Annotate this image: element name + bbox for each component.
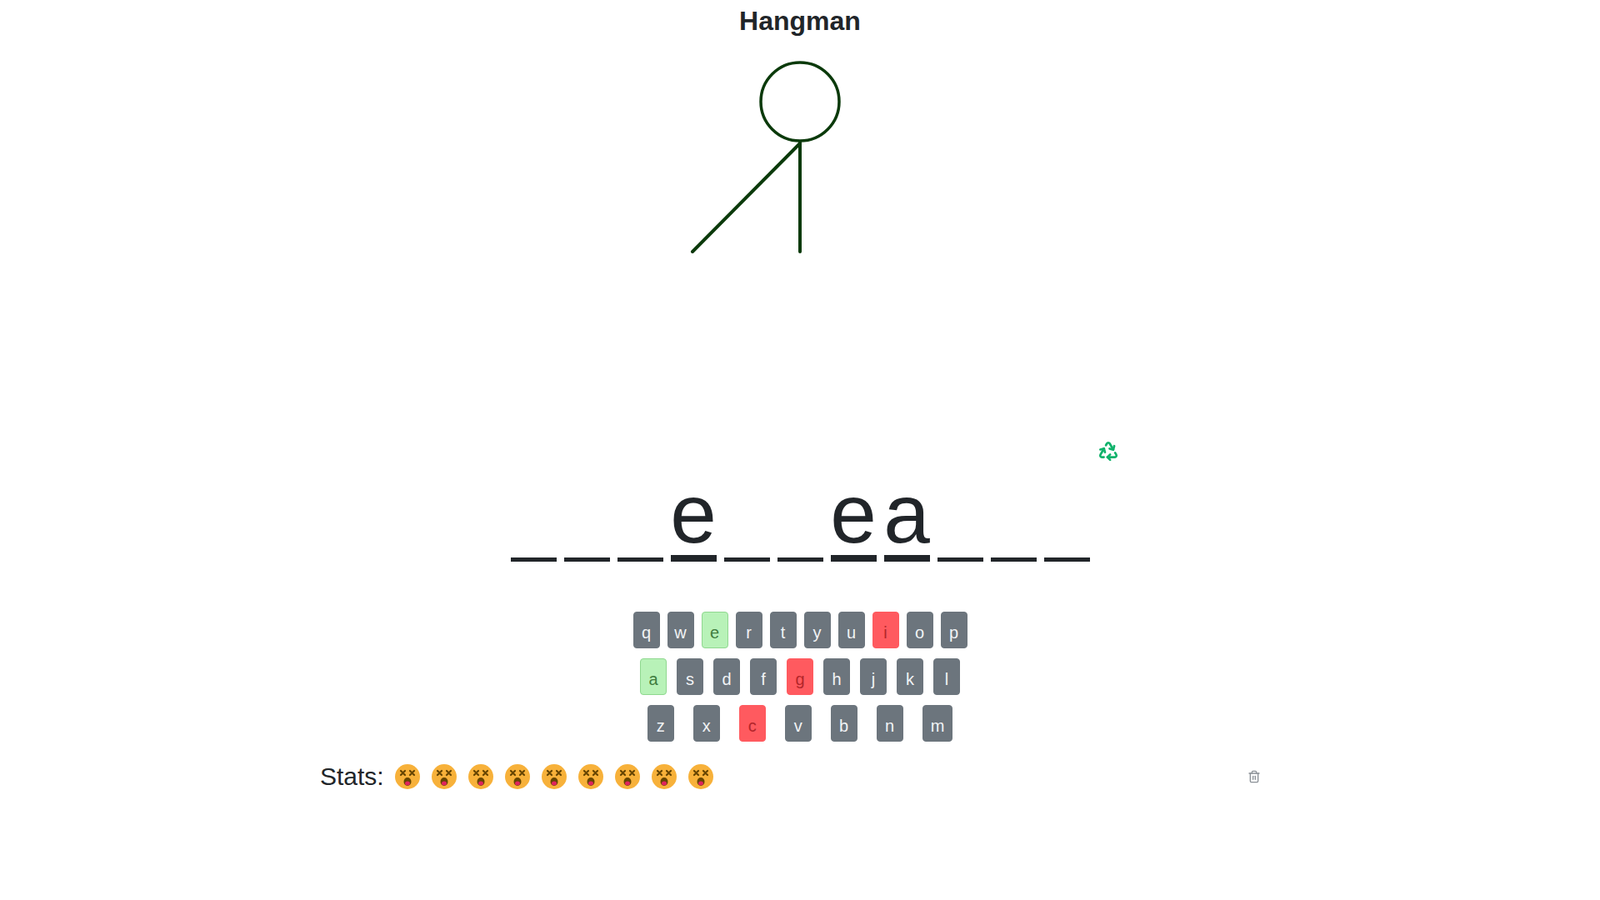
stats-bar: Stats: xyxy=(320,761,1280,792)
key-button[interactable]: y xyxy=(804,611,831,649)
key-button[interactable]: a xyxy=(640,658,667,695)
key-button[interactable]: h xyxy=(823,658,850,695)
keyboard-row: asdfghjkl xyxy=(640,658,960,695)
key-button[interactable]: w xyxy=(667,611,695,649)
dizzy-face-icon xyxy=(504,763,531,790)
letter-slot xyxy=(1044,468,1090,562)
key-button[interactable]: o xyxy=(906,611,934,649)
key-button[interactable]: i xyxy=(872,611,900,649)
dizzy-face-icon xyxy=(430,763,458,790)
keyboard: qwertyuiop asdfghjkl zxcvbnm xyxy=(633,611,968,742)
word-area: eea xyxy=(470,438,1130,562)
keyboard-row: zxcvbnm xyxy=(647,705,954,742)
letter-slot xyxy=(564,468,610,562)
letter-slot xyxy=(617,468,664,562)
left-arm-part xyxy=(692,143,800,252)
letter-slot: a xyxy=(884,468,930,562)
key-button[interactable]: z xyxy=(647,705,675,742)
dizzy-face-icon xyxy=(540,763,568,790)
key-button[interactable]: v xyxy=(785,705,812,742)
letter-slot: e xyxy=(830,468,877,562)
keyboard-row: qwertyuiop xyxy=(633,611,968,649)
stats-results xyxy=(394,763,715,790)
key-button[interactable]: d xyxy=(713,658,740,695)
key-button[interactable]: r xyxy=(735,611,763,649)
key-button[interactable]: g xyxy=(786,658,814,695)
key-button[interactable]: s xyxy=(676,658,704,695)
body-part xyxy=(798,141,802,252)
new-game-button[interactable] xyxy=(1095,438,1121,464)
recycle-icon xyxy=(1097,440,1120,462)
dizzy-face-icon xyxy=(687,763,715,790)
dizzy-face-icon xyxy=(394,763,421,790)
title: Hangman xyxy=(739,5,861,37)
word: eea xyxy=(470,468,1130,562)
trash-icon xyxy=(1247,770,1261,784)
hangman-drawing xyxy=(633,46,967,439)
clear-stats-button[interactable] xyxy=(1245,767,1264,786)
key-button[interactable]: m xyxy=(922,705,954,742)
key-button[interactable]: c xyxy=(739,705,766,742)
key-button[interactable]: n xyxy=(876,705,904,742)
key-button[interactable]: u xyxy=(838,611,865,649)
key-button[interactable]: q xyxy=(633,611,660,649)
head-part xyxy=(760,62,840,141)
key-button[interactable]: b xyxy=(830,705,858,742)
stats-label: Stats: xyxy=(320,761,385,792)
key-button[interactable]: p xyxy=(940,611,968,649)
letter-slot xyxy=(937,468,984,562)
letter-slot xyxy=(990,468,1037,562)
key-button[interactable]: x xyxy=(693,705,720,742)
letter-slot xyxy=(724,468,770,562)
key-button[interactable]: j xyxy=(860,658,887,695)
dizzy-face-icon xyxy=(577,763,605,790)
key-button[interactable]: t xyxy=(770,611,797,649)
letter-slot: e xyxy=(670,468,717,562)
hangman-app: HangmaneeaqwertyuiopasdfghjklzxcvbnmStat… xyxy=(0,0,1600,900)
dizzy-face-icon xyxy=(650,763,678,790)
key-button[interactable]: k xyxy=(896,658,924,695)
letter-slot xyxy=(510,468,557,562)
dizzy-face-icon xyxy=(614,763,641,790)
letter-slot xyxy=(777,468,824,562)
key-button[interactable]: e xyxy=(701,611,729,649)
dizzy-face-icon xyxy=(467,763,495,790)
key-button[interactable]: l xyxy=(933,658,960,695)
key-button[interactable]: f xyxy=(750,658,777,695)
